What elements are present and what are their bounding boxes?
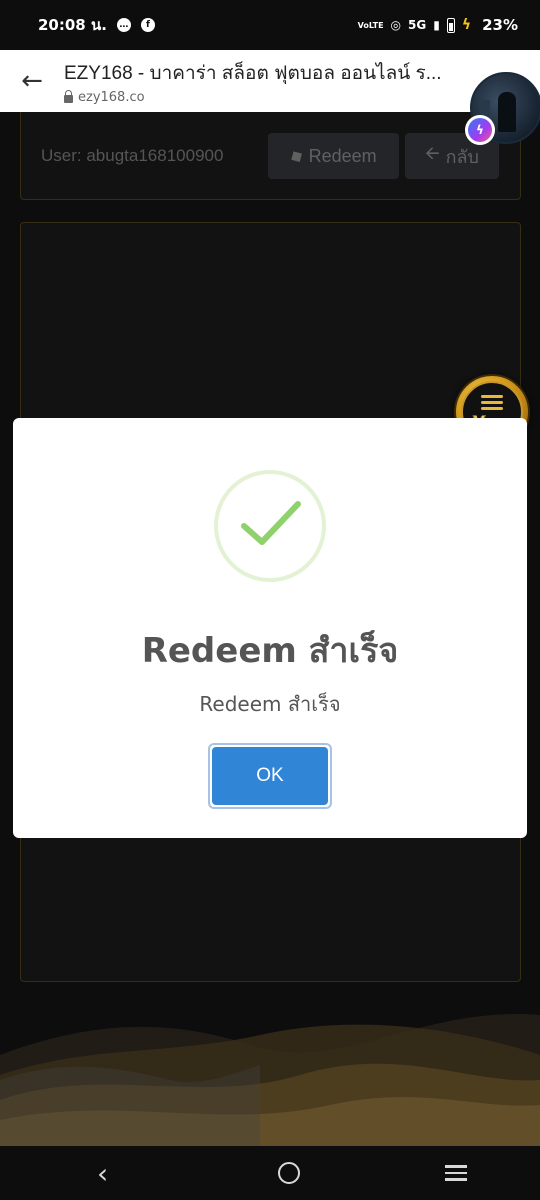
check-icon bbox=[241, 501, 301, 545]
browser-header: ← EZY168 - บาคาร่า สล็อต ฟุตบอล ออนไลน์ … bbox=[0, 50, 540, 112]
battery-icon bbox=[446, 17, 455, 33]
status-bar: 20:08 น. … f VoLTE ◎ 5G ▮ ϟ 23% bbox=[0, 0, 540, 50]
success-circle bbox=[214, 470, 326, 582]
navigation-bar: ‹ bbox=[0, 1146, 540, 1200]
hotspot-icon: ◎ bbox=[390, 18, 402, 32]
dialog-message: Redeem สำเร็จ bbox=[199, 692, 341, 716]
page-title: EZY168 - บาคาร่า สล็อต ฟุตบอล ออนไลน์ ร.… bbox=[64, 62, 442, 84]
nav-recent-icon[interactable] bbox=[445, 1165, 468, 1181]
messenger-icon: ϟ bbox=[465, 115, 495, 145]
message-icon: … bbox=[116, 18, 131, 32]
ok-button[interactable]: OK bbox=[208, 743, 332, 809]
url-text: ezy168.co bbox=[78, 89, 145, 105]
battery-percent: 23% bbox=[482, 16, 518, 34]
dialog-title: Redeem สำเร็จ bbox=[141, 631, 399, 671]
menu-icon bbox=[481, 395, 503, 410]
success-dialog: Redeem สำเร็จ Redeem สำเร็จ OK bbox=[13, 418, 527, 838]
network-type: 5G bbox=[408, 18, 427, 32]
volte-icon: VoLTE bbox=[357, 20, 384, 30]
nav-home-icon[interactable] bbox=[277, 1162, 300, 1184]
lock-icon bbox=[64, 89, 73, 103]
facebook-icon: f bbox=[140, 18, 155, 32]
status-time: 20:08 น. bbox=[38, 16, 107, 34]
charging-icon: ϟ bbox=[461, 17, 472, 33]
page-url: ezy168.co bbox=[64, 89, 459, 105]
nav-back-icon[interactable]: ‹ bbox=[73, 1157, 133, 1190]
ok-button-label: OK bbox=[212, 747, 328, 805]
back-arrow-icon[interactable]: ← bbox=[0, 50, 64, 112]
signal-icon: ▮ bbox=[433, 18, 440, 32]
